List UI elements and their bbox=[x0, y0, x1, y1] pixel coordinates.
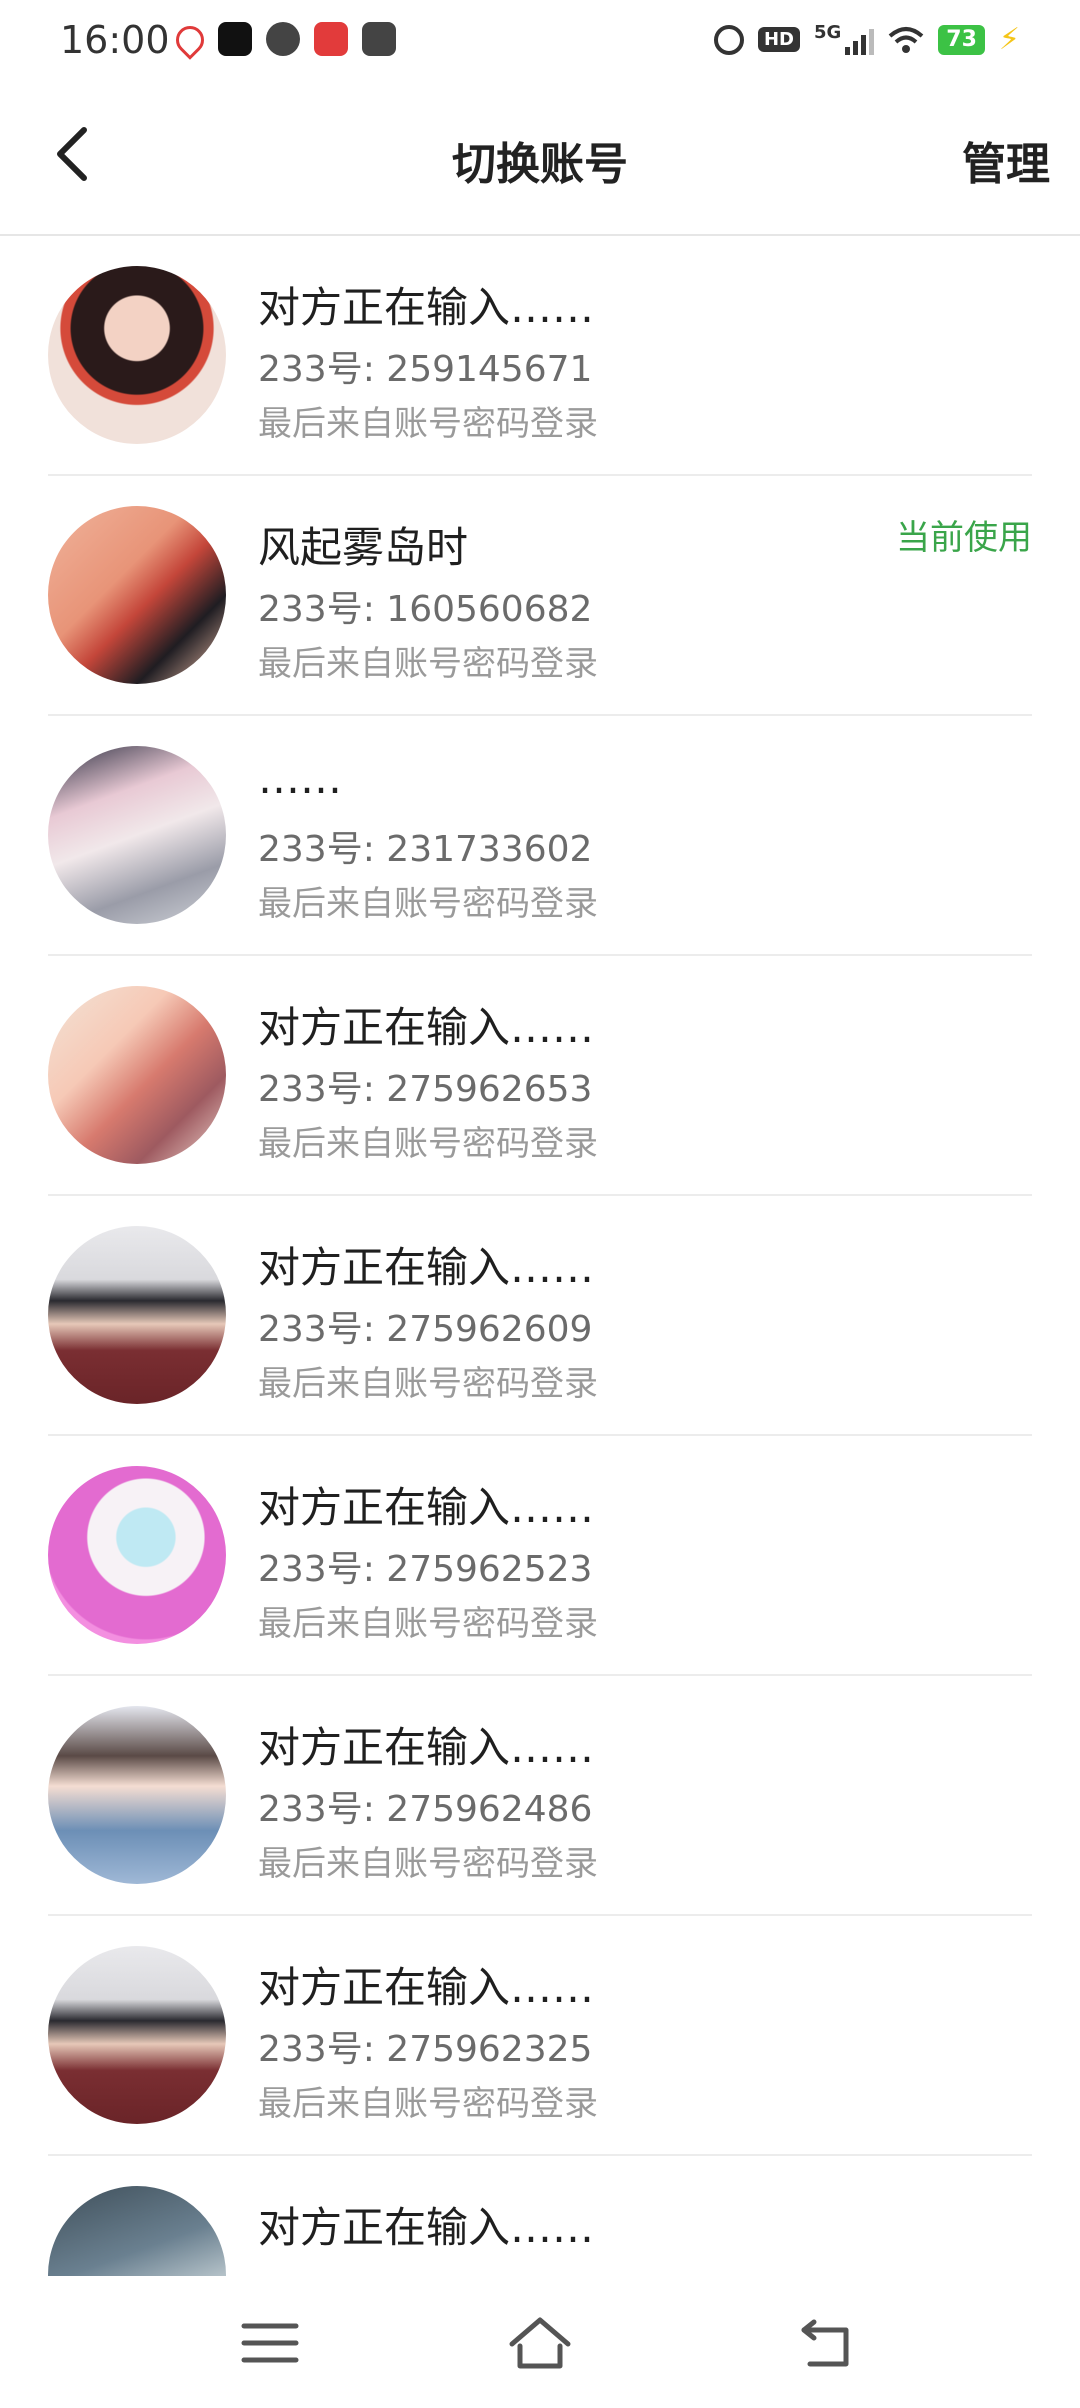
avatar bbox=[48, 1226, 226, 1404]
return-icon bbox=[801, 2319, 849, 2367]
avatar bbox=[48, 986, 226, 1164]
account-id: 233号: 275962523 bbox=[258, 1549, 593, 1590]
map-pin-icon bbox=[170, 20, 210, 60]
account-id: 233号: 231733602 bbox=[258, 829, 593, 870]
login-method: 最后来自账号密码登录 bbox=[258, 1844, 598, 1884]
account-row[interactable]: 对方正在输入…… 233号: 275962653 最后来自账号密码登录 bbox=[48, 956, 1032, 1196]
account-name: 对方正在输入…… bbox=[258, 283, 595, 332]
page-title: 切换账号 bbox=[452, 139, 628, 190]
wifi-icon bbox=[888, 26, 924, 53]
account-row[interactable]: 对方正在输入…… 233号: 275962486 最后来自账号密码登录 bbox=[48, 1676, 1032, 1916]
account-row[interactable]: 对方正在输入…… 233号: 259145671 最后来自账号密码登录 bbox=[48, 236, 1032, 476]
current-badge: 当前使用 bbox=[896, 518, 1032, 558]
manage-button[interactable]: 管理 bbox=[962, 128, 1050, 192]
menu-icon bbox=[241, 2323, 299, 2363]
account-row[interactable]: 对方正在输入…… bbox=[48, 2156, 1032, 2276]
login-method: 最后来自账号密码登录 bbox=[258, 884, 598, 924]
account-row[interactable]: 对方正在输入…… 233号: 275962325 最后来自账号密码登录 bbox=[48, 1916, 1032, 2156]
account-name: 对方正在输入…… bbox=[258, 1243, 595, 1292]
account-name: 对方正在输入…… bbox=[258, 2203, 595, 2252]
account-name: 对方正在输入…… bbox=[258, 1723, 595, 1772]
account-name: …… bbox=[258, 754, 342, 803]
account-name: 对方正在输入…… bbox=[258, 1003, 595, 1052]
capcut-icon bbox=[218, 22, 252, 56]
avatar bbox=[48, 746, 226, 924]
login-method: 最后来自账号密码登录 bbox=[258, 644, 598, 684]
shopping-icon bbox=[314, 22, 348, 56]
signal-icon bbox=[845, 25, 875, 55]
video-icon bbox=[362, 22, 396, 56]
account-name: 对方正在输入…… bbox=[258, 1483, 595, 1532]
system-nav-bar bbox=[0, 2276, 1080, 2408]
status-bar: 16:00 HD 5G 73 ⚡ bbox=[0, 0, 1080, 84]
hd-badge: HD bbox=[757, 27, 800, 52]
account-id: 233号: 259145671 bbox=[258, 349, 593, 390]
account-name: 对方正在输入…… bbox=[258, 1963, 595, 2012]
notification-icons bbox=[170, 20, 396, 60]
account-list: 对方正在输入…… 233号: 259145671 最后来自账号密码登录 风起雾岛… bbox=[0, 236, 1080, 2276]
account-id: 233号: 275962609 bbox=[258, 1309, 593, 1350]
account-id: 233号: 275962653 bbox=[258, 1069, 593, 1110]
avatar bbox=[48, 1466, 226, 1644]
home-icon bbox=[509, 2317, 571, 2369]
login-method: 最后来自账号密码登录 bbox=[258, 404, 598, 444]
nav-header: 切换账号 管理 bbox=[0, 84, 1080, 236]
login-method: 最后来自账号密码登录 bbox=[258, 1364, 598, 1404]
account-row[interactable]: …… 233号: 231733602 最后来自账号密码登录 bbox=[48, 716, 1032, 956]
alarm-icon bbox=[713, 24, 744, 55]
menu-button[interactable] bbox=[230, 2308, 310, 2378]
account-id: 233号: 275962325 bbox=[258, 2029, 593, 2070]
avatar bbox=[48, 2186, 226, 2276]
system-icons: HD 5G 73 ⚡ bbox=[713, 22, 1020, 57]
home-button[interactable] bbox=[500, 2308, 580, 2378]
login-method: 最后来自账号密码登录 bbox=[258, 1124, 598, 1164]
message-icon bbox=[266, 22, 300, 56]
login-method: 最后来自账号密码登录 bbox=[258, 2084, 598, 2124]
charging-icon: ⚡ bbox=[998, 22, 1020, 57]
avatar bbox=[48, 266, 226, 444]
avatar bbox=[48, 506, 226, 684]
return-button[interactable] bbox=[786, 2308, 866, 2378]
account-row[interactable]: 对方正在输入…… 233号: 275962523 最后来自账号密码登录 bbox=[48, 1436, 1032, 1676]
avatar bbox=[48, 1706, 226, 1884]
account-id: 233号: 275962486 bbox=[258, 1789, 593, 1830]
account-row[interactable]: 对方正在输入…… 233号: 275962609 最后来自账号密码登录 bbox=[48, 1196, 1032, 1436]
account-id: 233号: 160560682 bbox=[258, 589, 593, 630]
account-row[interactable]: 风起雾岛时 233号: 160560682 最后来自账号密码登录 当前使用 bbox=[48, 476, 1032, 716]
account-name: 风起雾岛时 bbox=[258, 523, 469, 572]
status-time: 16:00 bbox=[60, 18, 170, 62]
battery-indicator: 73 bbox=[938, 24, 985, 55]
login-method: 最后来自账号密码登录 bbox=[258, 1604, 598, 1644]
avatar bbox=[48, 1946, 226, 2124]
network-label: 5G bbox=[813, 22, 842, 43]
